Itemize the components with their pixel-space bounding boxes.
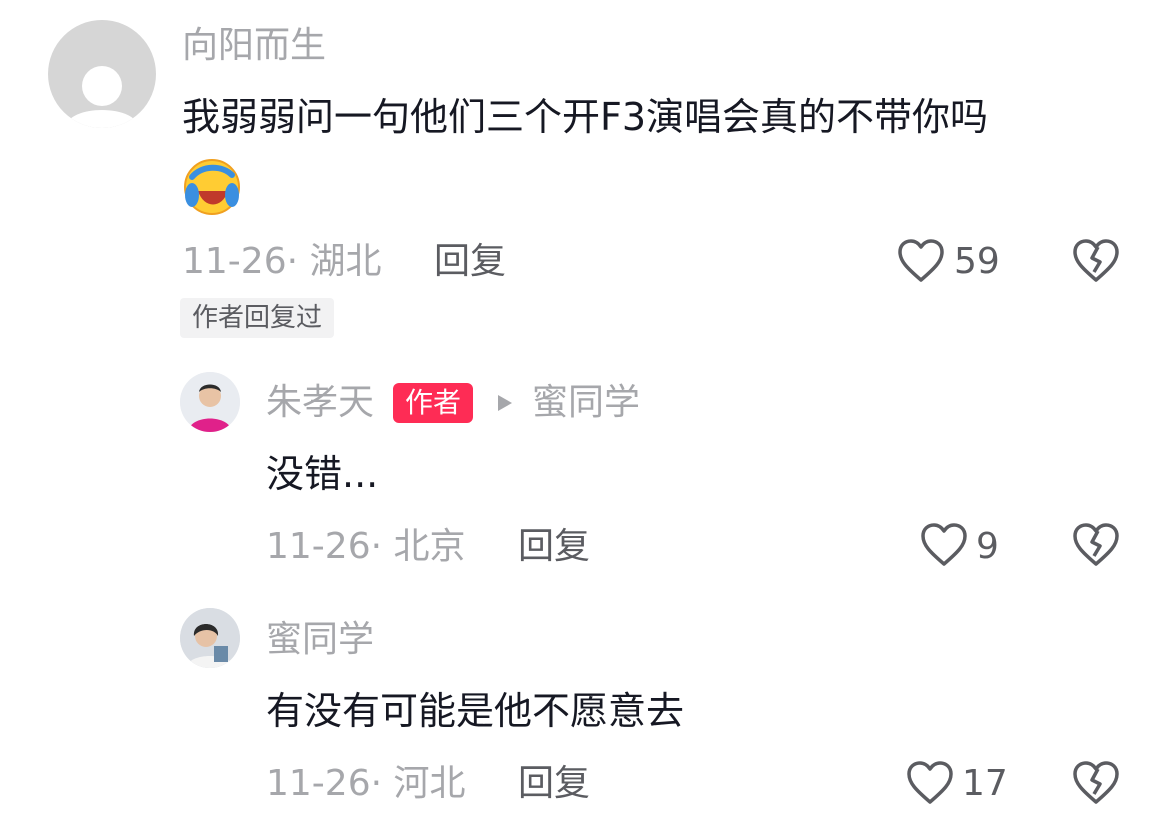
reply-text: 有没有可能是他不愿意去 bbox=[266, 689, 685, 733]
play-triangle-icon bbox=[496, 393, 514, 413]
avatar-user[interactable] bbox=[180, 608, 240, 668]
laughing-emoji-icon bbox=[182, 157, 242, 217]
default-user-icon bbox=[66, 66, 138, 128]
comment-username[interactable]: 向阳而生 bbox=[182, 24, 326, 68]
user-portrait-icon bbox=[180, 608, 240, 668]
like-count: 59 bbox=[954, 241, 1000, 282]
reply-to-username[interactable]: 蜜同学 bbox=[532, 381, 640, 425]
reply-button[interactable]: 回复 bbox=[518, 762, 590, 806]
reply-date-location: 11-26· 北京 bbox=[266, 526, 466, 567]
reply-date-location: 11-26· 河北 bbox=[266, 763, 466, 804]
author-portrait-icon bbox=[180, 372, 240, 432]
author-badge: 作者 bbox=[393, 383, 474, 423]
comment-text: 我弱弱问一句他们三个开F3演唱会真的不带你吗 bbox=[182, 95, 989, 139]
heart-outline-icon[interactable] bbox=[920, 522, 968, 568]
avatar-default[interactable] bbox=[48, 20, 156, 128]
heart-outline-icon[interactable] bbox=[897, 238, 945, 284]
reply-button[interactable]: 回复 bbox=[434, 240, 506, 284]
broken-heart-icon[interactable] bbox=[1072, 522, 1120, 568]
heart-outline-icon[interactable] bbox=[906, 760, 954, 806]
like-count: 9 bbox=[976, 526, 999, 567]
author-replied-tag: 作者回复过 bbox=[180, 298, 335, 338]
broken-heart-icon[interactable] bbox=[1072, 238, 1120, 284]
avatar-author[interactable] bbox=[180, 372, 240, 432]
comment-date-location: 11-26· 湖北 bbox=[182, 241, 382, 282]
reply-text: 没错... bbox=[266, 452, 379, 496]
broken-heart-icon[interactable] bbox=[1072, 760, 1120, 806]
reply-username[interactable]: 蜜同学 bbox=[266, 618, 374, 662]
like-count: 17 bbox=[962, 763, 1008, 804]
reply-username[interactable]: 朱孝天 bbox=[266, 381, 374, 425]
reply-button[interactable]: 回复 bbox=[518, 525, 590, 569]
